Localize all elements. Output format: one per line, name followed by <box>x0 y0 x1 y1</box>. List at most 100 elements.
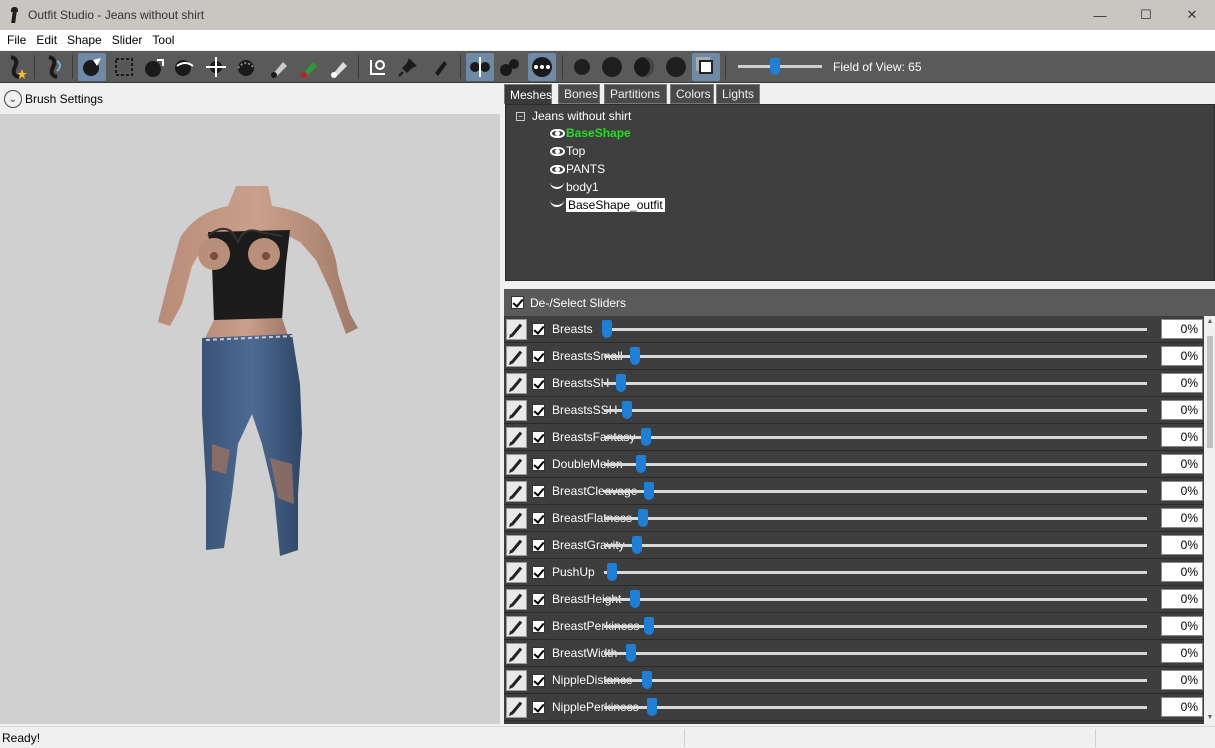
slider-list-scrollbar[interactable]: ▲ ▼ <box>1205 316 1215 724</box>
tree-item-top[interactable]: Top <box>548 142 585 160</box>
tree-item-baseshape[interactable]: BaseShape <box>548 124 631 142</box>
eye-icon[interactable] <box>549 146 565 156</box>
tree-item-pants[interactable]: PANTS <box>548 160 605 178</box>
fov-slider-thumb[interactable] <box>770 58 780 75</box>
slider-track[interactable] <box>604 409 1147 412</box>
slider-thumb[interactable] <box>647 698 658 716</box>
slider-thumb[interactable] <box>642 671 653 689</box>
shading-flat-button[interactable] <box>568 53 596 81</box>
scroll-up-icon[interactable]: ▲ <box>1206 318 1214 326</box>
eye-icon[interactable] <box>549 164 565 174</box>
transform-button[interactable] <box>364 53 392 81</box>
edit-slider-button[interactable] <box>506 454 527 475</box>
slider-value-field[interactable]: 0% <box>1161 697 1203 717</box>
slider-thumb[interactable] <box>626 644 637 662</box>
hidden-eye-icon[interactable] <box>550 182 564 189</box>
slider-thumb[interactable] <box>636 455 647 473</box>
slider-value-field[interactable]: 0% <box>1161 616 1203 636</box>
tab-meshes[interactable]: Meshes <box>504 84 552 104</box>
slider-thumb[interactable] <box>606 563 617 581</box>
slider-checkbox[interactable] <box>532 512 545 525</box>
slider-checkbox[interactable] <box>532 377 545 390</box>
slider-value-field[interactable]: 0% <box>1161 643 1203 663</box>
slider-checkbox[interactable] <box>532 431 545 444</box>
slider-value-field[interactable]: 0% <box>1161 373 1203 393</box>
slider-value-field[interactable]: 0% <box>1161 400 1203 420</box>
menu-shape[interactable]: Shape <box>62 33 107 47</box>
edit-slider-button[interactable] <box>506 427 527 448</box>
3d-viewport[interactable] <box>0 114 500 724</box>
scroll-down-icon[interactable]: ▼ <box>1206 714 1214 722</box>
slider-checkbox[interactable] <box>532 647 545 660</box>
slider-thumb[interactable] <box>630 347 641 365</box>
slider-track[interactable] <box>604 490 1147 493</box>
slider-checkbox[interactable] <box>532 485 545 498</box>
slider-track[interactable] <box>604 328 1147 331</box>
new-project-button[interactable] <box>2 53 30 81</box>
menu-slider[interactable]: Slider <box>107 33 148 47</box>
minimize-button[interactable]: — <box>1077 0 1123 30</box>
fov-slider[interactable] <box>738 58 822 75</box>
slider-checkbox[interactable] <box>532 674 545 687</box>
slider-track[interactable] <box>604 436 1147 439</box>
menu-edit[interactable]: Edit <box>31 33 62 47</box>
pivot-button[interactable] <box>394 53 422 81</box>
wireframe-button[interactable] <box>630 53 658 81</box>
edit-slider-button[interactable] <box>506 400 527 421</box>
chevron-down-icon[interactable]: ⌄ <box>4 90 22 108</box>
brush-settings-header[interactable]: ⌄ Brush Settings <box>0 84 500 114</box>
slider-value-field[interactable]: 0% <box>1161 481 1203 501</box>
close-button[interactable]: ✕ <box>1169 0 1215 30</box>
slider-track[interactable] <box>604 706 1147 709</box>
edit-slider-button[interactable] <box>506 508 527 529</box>
tree-item-body1[interactable]: body1 <box>548 178 599 196</box>
mask-tool-button[interactable] <box>110 53 138 81</box>
color-brush-button[interactable] <box>296 53 324 81</box>
edit-slider-button[interactable] <box>506 346 527 367</box>
collapse-icon[interactable]: − <box>516 111 525 121</box>
connected-button[interactable] <box>496 53 524 81</box>
slider-checkbox[interactable] <box>532 350 545 363</box>
vertex-edit-button[interactable] <box>426 53 454 81</box>
slider-thumb[interactable] <box>641 428 652 446</box>
slider-thumb[interactable] <box>643 617 654 635</box>
hidden-eye-icon[interactable] <box>550 200 564 207</box>
tab-colors[interactable]: Colors <box>670 84 714 104</box>
slider-track[interactable] <box>604 463 1147 466</box>
select-tool-button[interactable] <box>78 53 106 81</box>
eye-icon[interactable] <box>549 128 565 138</box>
deflate-tool-button[interactable] <box>170 53 198 81</box>
slider-track[interactable] <box>604 598 1147 601</box>
inflate-tool-button[interactable] <box>140 53 168 81</box>
weight-brush-button[interactable] <box>266 53 294 81</box>
slider-checkbox[interactable] <box>532 701 545 714</box>
conform-button[interactable] <box>40 53 68 81</box>
maximize-button[interactable]: ☐ <box>1123 0 1169 30</box>
tree-item-baseshape-outfit[interactable]: BaseShape_outfit <box>548 196 665 214</box>
slider-track[interactable] <box>604 517 1147 520</box>
alpha-brush-button[interactable] <box>326 53 354 81</box>
slider-value-field[interactable]: 0% <box>1161 319 1203 339</box>
slider-track[interactable] <box>604 679 1147 682</box>
move-tool-button[interactable] <box>202 53 230 81</box>
edit-slider-button[interactable] <box>506 481 527 502</box>
edit-slider-button[interactable] <box>506 373 527 394</box>
slider-value-field[interactable]: 0% <box>1161 535 1203 555</box>
slider-checkbox[interactable] <box>532 593 545 606</box>
slider-checkbox[interactable] <box>532 323 545 336</box>
slider-thumb[interactable] <box>631 536 642 554</box>
slider-thumb[interactable] <box>637 509 648 527</box>
menu-tool[interactable]: Tool <box>147 33 179 47</box>
global-brush-button[interactable] <box>528 53 556 81</box>
menu-file[interactable]: File <box>2 33 31 47</box>
pane-splitter-horizontal[interactable] <box>504 281 1215 289</box>
slider-value-field[interactable]: 0% <box>1161 589 1203 609</box>
slider-track[interactable] <box>604 382 1147 385</box>
tab-lights[interactable]: Lights <box>716 84 760 104</box>
lighting-button[interactable] <box>692 53 720 81</box>
slider-thumb[interactable] <box>616 374 627 392</box>
edit-slider-button[interactable] <box>506 697 527 718</box>
slider-value-field[interactable]: 0% <box>1161 562 1203 582</box>
slider-track[interactable] <box>604 625 1147 628</box>
edit-slider-button[interactable] <box>506 319 527 340</box>
